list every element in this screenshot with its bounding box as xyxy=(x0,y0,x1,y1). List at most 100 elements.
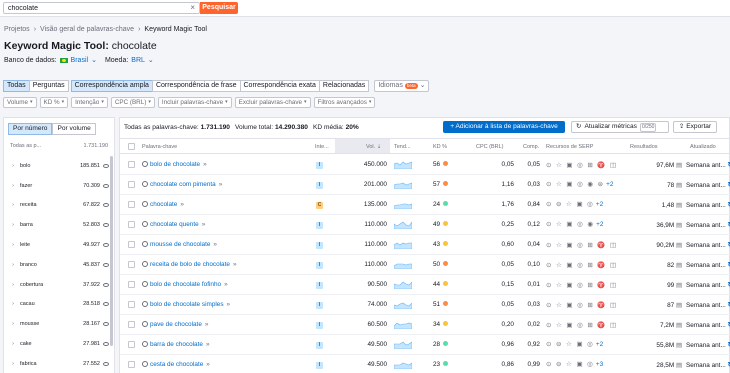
group-item[interactable]: › cake 27.981 xyxy=(4,334,112,354)
group-item[interactable]: › mousse 28.167 xyxy=(4,314,112,334)
row-checkbox[interactable] xyxy=(128,281,135,288)
row-checkbox[interactable] xyxy=(128,221,135,228)
col-trend[interactable]: Tend... xyxy=(394,144,411,150)
group-by-volume-button[interactable]: Por volume xyxy=(52,123,96,135)
row-checkbox[interactable] xyxy=(128,361,135,368)
serp-more-link[interactable]: +2 xyxy=(596,221,603,228)
eye-icon[interactable] xyxy=(103,342,109,347)
add-keyword-icon[interactable] xyxy=(142,341,148,347)
add-keyword-icon[interactable] xyxy=(142,181,148,187)
export-button[interactable]: ⇪ Exportar xyxy=(673,121,717,133)
eye-icon[interactable] xyxy=(103,163,109,168)
update-metrics-button[interactable]: ↻ Atualizar métricas 0/250 xyxy=(571,121,669,133)
tab-exact-match[interactable]: Correspondência exata xyxy=(239,80,320,92)
col-serp-features[interactable]: Recursos de SERP xyxy=(546,144,593,150)
col-updated[interactable]: Atualizado xyxy=(690,144,716,150)
search-button[interactable]: Pesquisar xyxy=(200,2,238,14)
group-item[interactable]: › cacau 28.518 xyxy=(4,295,112,315)
double-chevron-icon[interactable]: » xyxy=(224,281,228,288)
filter-include-keywords[interactable]: Incluir palavras-chave ▾ xyxy=(157,97,232,108)
group-by-number-button[interactable]: Por número xyxy=(8,123,53,135)
keyword-link[interactable]: bolo de chocolate fofinho xyxy=(150,281,221,288)
keyword-link[interactable]: bolo de chocolate simples xyxy=(150,301,224,308)
double-chevron-icon[interactable]: » xyxy=(213,241,217,248)
clear-icon[interactable]: × xyxy=(190,3,195,13)
double-chevron-icon[interactable]: » xyxy=(203,161,207,168)
double-chevron-icon[interactable]: » xyxy=(205,321,209,328)
keyword-link[interactable]: chocolate quente xyxy=(150,221,199,228)
double-chevron-icon[interactable]: » xyxy=(180,201,184,208)
document-icon[interactable]: ▤ xyxy=(676,282,682,289)
serp-more-link[interactable]: +2 xyxy=(606,181,613,188)
keyword-link[interactable]: cesta de chocolate xyxy=(150,361,203,368)
eye-icon[interactable] xyxy=(103,361,109,366)
eye-icon[interactable] xyxy=(103,262,109,267)
serp-more-link[interactable]: +2 xyxy=(596,341,603,348)
tab-broad-match[interactable]: Correspondência ampla xyxy=(70,80,153,92)
col-intent[interactable]: Inte... xyxy=(315,144,329,150)
document-icon[interactable]: ▤ xyxy=(676,242,682,249)
languages-dropdown[interactable]: Idiomas beta ⌄ xyxy=(374,80,430,92)
eye-icon[interactable] xyxy=(103,203,109,208)
document-icon[interactable]: ▤ xyxy=(676,302,682,309)
col-competition[interactable]: Comp. xyxy=(523,144,539,150)
tab-all[interactable]: Todas xyxy=(3,80,30,92)
row-checkbox[interactable] xyxy=(128,201,135,208)
add-keyword-icon[interactable] xyxy=(142,161,148,167)
groups-scrollbar[interactable] xyxy=(110,156,113,346)
col-kd[interactable]: KD % xyxy=(433,144,447,150)
group-item[interactable]: › cobertura 37.922 xyxy=(4,275,112,295)
double-chevron-icon[interactable]: » xyxy=(219,181,223,188)
document-icon[interactable]: ▤ xyxy=(676,342,682,349)
col-volume[interactable]: Vol. ⇣ xyxy=(335,139,390,153)
double-chevron-icon[interactable]: » xyxy=(233,261,237,268)
row-checkbox[interactable] xyxy=(128,261,135,268)
add-keyword-icon[interactable] xyxy=(142,281,148,287)
group-item[interactable]: › receita 67.822 xyxy=(4,196,112,216)
group-item[interactable]: › fazer 70.309 xyxy=(4,176,112,196)
group-item[interactable]: › barra 52.803 xyxy=(4,215,112,235)
filter-cpc[interactable]: CPC (BRL) ▾ xyxy=(110,97,155,108)
serp-more-link[interactable]: +2 xyxy=(596,201,603,208)
search-input[interactable] xyxy=(4,3,184,13)
keyword-link[interactable]: chocolate com pimenta xyxy=(150,181,216,188)
eye-icon[interactable] xyxy=(103,322,109,327)
row-checkbox[interactable] xyxy=(128,321,135,328)
keyword-link[interactable]: pave de chocolate xyxy=(150,321,202,328)
currency-selector[interactable]: BRL xyxy=(131,57,145,64)
document-icon[interactable]: ▤ xyxy=(676,322,682,329)
add-keyword-icon[interactable] xyxy=(142,201,148,207)
breadcrumb-overview[interactable]: Visão geral de palavras-chave xyxy=(40,26,134,33)
keyword-link[interactable]: receita de bolo de chocolate xyxy=(150,261,230,268)
filter-exclude-keywords[interactable]: Excluir palavras-chave ▾ xyxy=(234,97,311,108)
row-checkbox[interactable] xyxy=(128,161,135,168)
chevron-down-icon[interactable]: ⌄ xyxy=(148,56,154,64)
breadcrumb-projects[interactable]: Projetos xyxy=(4,26,30,33)
double-chevron-icon[interactable]: » xyxy=(202,221,206,228)
add-keyword-icon[interactable] xyxy=(142,321,148,327)
row-checkbox[interactable] xyxy=(128,341,135,348)
row-checkbox[interactable] xyxy=(128,301,135,308)
add-keyword-icon[interactable] xyxy=(142,261,148,267)
group-item[interactable]: › bolo 185.851 xyxy=(4,156,112,176)
filter-kd[interactable]: KD % ▾ xyxy=(39,97,69,108)
row-checkbox[interactable] xyxy=(128,241,135,248)
eye-icon[interactable] xyxy=(103,282,109,287)
keyword-link[interactable]: barra de chocolate xyxy=(150,341,203,348)
add-keyword-icon[interactable] xyxy=(142,221,148,227)
filter-advanced[interactable]: Filtros avançados ▾ xyxy=(313,97,376,108)
add-to-keyword-list-button[interactable]: + Adicionar à lista de palavras-chave xyxy=(443,121,565,133)
chevron-down-icon[interactable]: ⌄ xyxy=(91,56,97,64)
add-keyword-icon[interactable] xyxy=(142,241,148,247)
group-item[interactable]: › fabrica 27.552 xyxy=(4,354,112,373)
keyword-link[interactable]: bolo de chocolate xyxy=(150,161,200,168)
serp-more-link[interactable]: +3 xyxy=(596,361,603,368)
tab-related[interactable]: Relacionadas xyxy=(318,80,370,92)
document-icon[interactable]: ▤ xyxy=(676,162,682,169)
tab-phrase-match[interactable]: Correspondência de frase xyxy=(151,80,241,92)
col-cpc[interactable]: CPC (BRL) xyxy=(476,144,504,150)
document-icon[interactable]: ▤ xyxy=(676,202,682,209)
add-keyword-icon[interactable] xyxy=(142,361,148,367)
eye-icon[interactable] xyxy=(103,302,109,307)
document-icon[interactable]: ▤ xyxy=(676,362,682,369)
